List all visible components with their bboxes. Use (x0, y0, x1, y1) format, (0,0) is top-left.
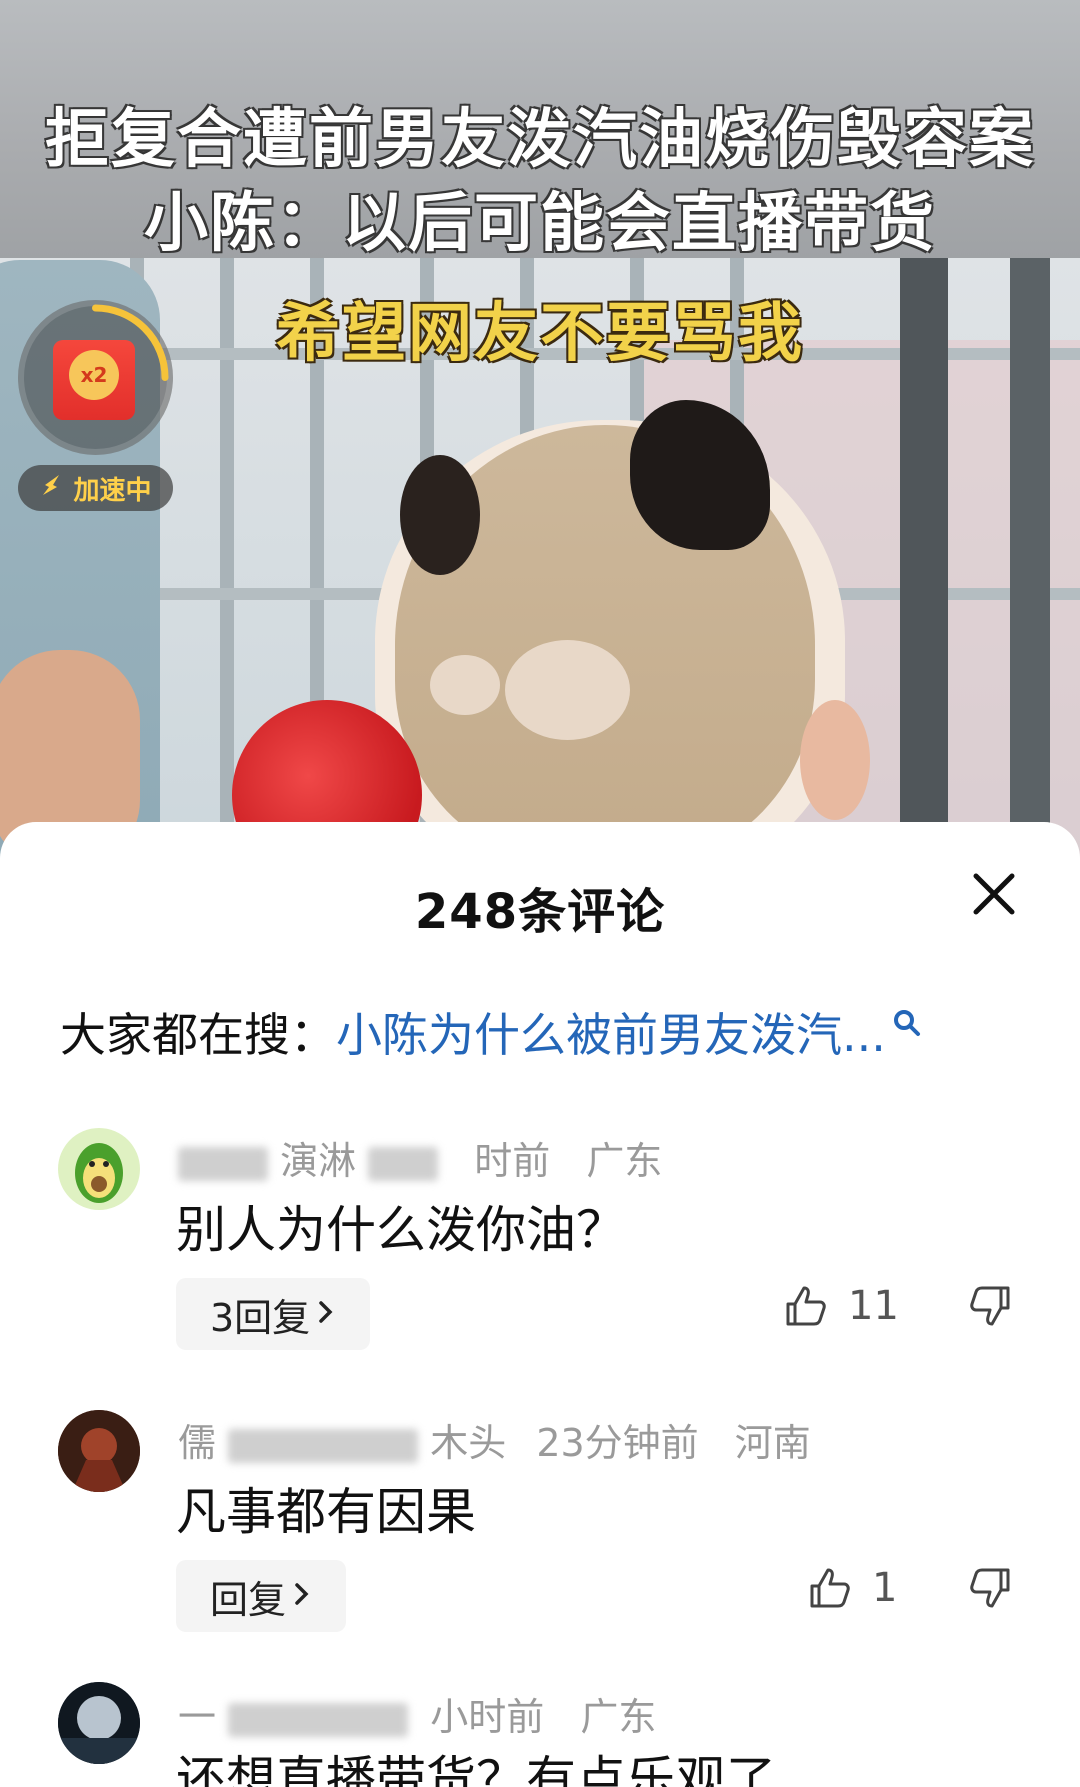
mask-eye-hole (430, 655, 500, 715)
screen: 拒复合遭前男友泼汽油烧伤毁容案 小陈：以后可能会直播带货 希望网友不要骂我 x2… (0, 0, 1080, 1787)
search-icon (892, 995, 922, 1049)
reward-progress-ring: x2 (18, 300, 173, 455)
close-icon (973, 873, 1015, 915)
comment-text: 凡事都有因果 (176, 1483, 476, 1541)
comment-region: 河南 (734, 1421, 811, 1465)
redacted-username (178, 1146, 268, 1181)
comment-username-end: 木头 (430, 1421, 507, 1465)
comment-username: 一 (178, 1695, 217, 1739)
like-button[interactable]: 11 (782, 1282, 899, 1330)
hair (400, 455, 480, 575)
dislike-button[interactable] (966, 1564, 1014, 1616)
comment-region: 广东 (580, 1695, 657, 1739)
close-button[interactable] (964, 864, 1024, 924)
comment-meta: 一 小时前 广东 (178, 1686, 656, 1741)
comment-username-start: 儒 (178, 1421, 217, 1465)
chevron-right-icon (316, 1292, 336, 1336)
reply-button[interactable]: 回复 (176, 1560, 347, 1632)
video-title-line2: 小陈：以后可能会直播带货 (144, 187, 936, 261)
comment-meta: 儒 木头 23分钟前 河南 (178, 1412, 811, 1467)
comment-meta: 演淋 时前 广东 (178, 1130, 662, 1185)
redacted-username (368, 1146, 439, 1181)
like-count: 1 (872, 1565, 898, 1611)
comment-count-title: 248条评论 (414, 884, 666, 940)
comment-item: 演淋 时前 广东 别人为什么泼你油？ 3回复 11 (0, 1118, 1080, 1378)
like-button[interactable]: 1 (806, 1564, 897, 1612)
video-title-line1: 拒复合遭前男友泼汽油烧伤毁容案 (45, 103, 1035, 177)
dislike-button[interactable] (966, 1282, 1014, 1334)
comment-region: 广东 (586, 1139, 663, 1183)
redacted-username (228, 1702, 409, 1737)
thumbs-down-icon (970, 1286, 1010, 1326)
trending-search-query[interactable]: 小陈为什么被前男友泼汽... (336, 999, 886, 1065)
like-count: 11 (848, 1283, 899, 1329)
reward-widget[interactable]: x2 加速中 (18, 300, 178, 520)
view-replies-button[interactable]: 3回复 (176, 1278, 371, 1350)
comment-time: 小时前 (430, 1695, 545, 1739)
reply-label: 3回复 (210, 1295, 311, 1340)
red-envelope-icon: x2 (53, 340, 135, 420)
thumbs-up-icon (786, 1286, 826, 1326)
avatar[interactable] (58, 1682, 140, 1764)
video-player[interactable]: 拒复合遭前男友泼汽油烧伤毁容案 小陈：以后可能会直播带货 希望网友不要骂我 x2… (0, 0, 1080, 860)
comment-item: 一 小时前 广东 还想直播带货？有点乐观了 (0, 1682, 1080, 1787)
ear (800, 700, 870, 820)
comment-item: 儒 木头 23分钟前 河南 凡事都有因果 回复 1 (0, 1400, 1080, 1660)
speed-status-pill: 加速中 (18, 465, 173, 511)
comment-time: 23分钟前 (536, 1421, 699, 1465)
comment-time: 时前 (474, 1139, 551, 1183)
mask-eye-hole (505, 640, 630, 740)
comment-text: 还想直播带货？有点乐观了 (176, 1751, 776, 1787)
comment-text: 别人为什么泼你油？ (176, 1201, 626, 1259)
trending-search[interactable]: 大家都在搜： 小陈为什么被前男友泼汽... (60, 1002, 1020, 1062)
comment-sheet: 248条评论 大家都在搜： 小陈为什么被前男友泼汽... 演淋 时前 广东 别人… (0, 822, 1080, 1787)
chevron-right-icon (292, 1574, 312, 1618)
reward-multiplier: x2 (69, 350, 119, 400)
speed-status-label: 加速中 (73, 475, 152, 506)
trending-search-label: 大家都在搜： (60, 1008, 336, 1062)
redacted-username (228, 1428, 419, 1463)
thumbs-down-icon (970, 1568, 1010, 1608)
avatar[interactable] (58, 1128, 140, 1210)
avatar[interactable] (58, 1410, 140, 1492)
thumbs-up-icon (810, 1568, 850, 1608)
rocket-icon (39, 471, 67, 506)
comment-username: 演淋 (280, 1139, 357, 1183)
reply-label: 回复 (210, 1577, 287, 1622)
